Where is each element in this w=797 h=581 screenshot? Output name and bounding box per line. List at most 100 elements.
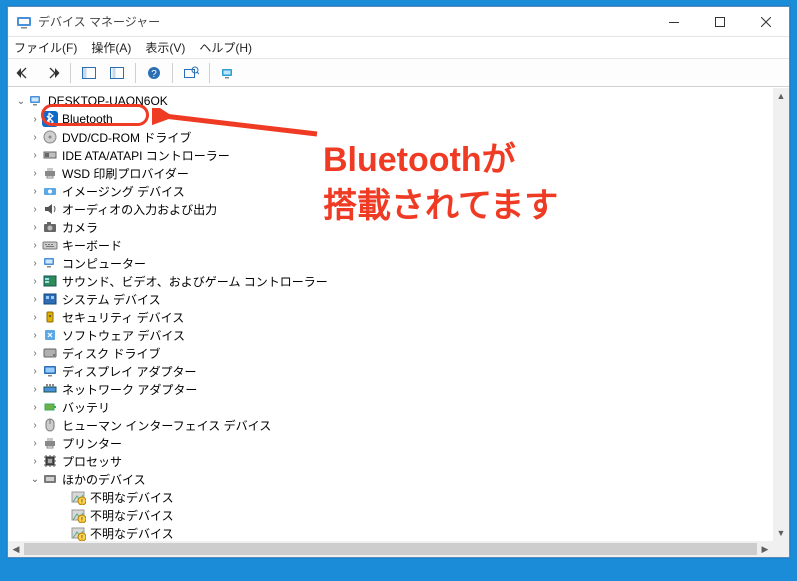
tree-node-unknown-device[interactable]: !不明なデバイス xyxy=(8,524,773,541)
menu-view[interactable]: 表示(V) xyxy=(145,39,185,56)
tree-node[interactable]: › プリンター xyxy=(8,434,773,452)
tree-node-other-devices[interactable]: ⌄ ほかのデバイス xyxy=(8,470,773,488)
tree-node[interactable]: › サウンド、ビデオ、およびゲーム コントローラー xyxy=(8,272,773,290)
tree-node[interactable]: › コンピューター xyxy=(8,254,773,272)
device-tree[interactable]: ⌄ DESKTOP-UAON6OK ›Bluetooth›DVD/CD-ROM … xyxy=(8,88,773,541)
tree-node[interactable]: › オーディオの入力および出力 xyxy=(8,200,773,218)
display-icon xyxy=(42,363,58,379)
chevron-right-icon[interactable]: › xyxy=(28,312,42,323)
chevron-right-icon[interactable]: › xyxy=(28,330,42,341)
tree-node-label: DVD/CD-ROM ドライブ xyxy=(62,129,191,146)
help-button[interactable]: ? xyxy=(142,62,166,84)
scroll-right-button[interactable]: ▶ xyxy=(757,541,773,557)
audio-icon xyxy=(42,201,58,217)
chevron-right-icon[interactable]: › xyxy=(28,348,42,359)
view-devices-button[interactable] xyxy=(216,62,240,84)
scan-hardware-button[interactable] xyxy=(179,62,203,84)
nav-forward-button[interactable] xyxy=(40,62,64,84)
properties-button[interactable] xyxy=(105,62,129,84)
tree-node-label: 不明なデバイス xyxy=(90,507,174,524)
tree-node-unknown-device[interactable]: !不明なデバイス xyxy=(8,488,773,506)
security-icon xyxy=(42,309,58,325)
unknown-device-icon: ! xyxy=(70,507,86,523)
system-icon xyxy=(42,291,58,307)
tree-node-unknown-device[interactable]: !不明なデバイス xyxy=(8,506,773,524)
toolbar-separator xyxy=(70,63,71,83)
chevron-right-icon[interactable]: › xyxy=(28,276,42,287)
window-controls xyxy=(651,7,789,36)
toolbar-separator xyxy=(209,63,210,83)
tree-node[interactable]: ›WSD 印刷プロバイダー xyxy=(8,164,773,182)
chevron-right-icon[interactable]: › xyxy=(28,168,42,179)
chevron-right-icon[interactable]: › xyxy=(28,258,42,269)
chevron-down-icon[interactable]: ⌄ xyxy=(14,96,28,107)
tree-root[interactable]: ⌄ DESKTOP-UAON6OK xyxy=(8,92,773,110)
tree-node-label: オーディオの入力および出力 xyxy=(62,201,217,218)
tree-node[interactable]: ›バッテリ xyxy=(8,398,773,416)
chevron-right-icon[interactable]: › xyxy=(28,240,42,251)
tree-node[interactable]: ›カメラ xyxy=(8,218,773,236)
close-button[interactable] xyxy=(743,7,789,36)
chevron-right-icon[interactable]: › xyxy=(28,294,42,305)
maximize-button[interactable] xyxy=(697,7,743,36)
scroll-down-button[interactable]: ▼ xyxy=(773,525,789,541)
toolbar-separator xyxy=(135,63,136,83)
sound-card-icon xyxy=(42,273,58,289)
scroll-track[interactable] xyxy=(773,104,789,525)
camera-icon xyxy=(42,219,58,235)
chevron-down-icon[interactable]: ⌄ xyxy=(28,474,42,485)
chevron-right-icon[interactable]: › xyxy=(28,222,42,233)
chevron-right-icon[interactable]: › xyxy=(28,132,42,143)
tree-node[interactable]: ›ディスプレイ アダプター xyxy=(8,362,773,380)
tree-root-label: DESKTOP-UAON6OK xyxy=(48,94,168,108)
tree-node[interactable]: ›セキュリティ デバイス xyxy=(8,308,773,326)
chevron-right-icon[interactable]: › xyxy=(28,402,42,413)
vertical-scrollbar[interactable]: ▲ ▼ xyxy=(773,88,789,541)
tree-node-label: プリンター xyxy=(62,435,122,452)
toolbar: ? xyxy=(8,59,789,87)
horizontal-scrollbar[interactable]: ◀ ▶ xyxy=(8,541,773,557)
tree-node-label: コンピューター xyxy=(62,255,146,272)
tree-node[interactable]: › キーボード xyxy=(8,236,773,254)
tree-node-label: キーボード xyxy=(62,237,122,254)
tree-node[interactable]: ›イメージング デバイス xyxy=(8,182,773,200)
menu-action[interactable]: 操作(A) xyxy=(91,39,131,56)
tree-node-label: 不明なデバイス xyxy=(90,525,174,542)
nav-back-button[interactable] xyxy=(12,62,36,84)
chevron-right-icon[interactable]: › xyxy=(28,366,42,377)
tree-node[interactable]: › IDE ATA/ATAPI コントローラー xyxy=(8,146,773,164)
tree-node[interactable]: ›ネットワーク アダプター xyxy=(8,380,773,398)
menu-help[interactable]: ヘルプ(H) xyxy=(199,39,252,56)
tree-node[interactable]: › DVD/CD-ROM ドライブ xyxy=(8,128,773,146)
tree-node-label: サウンド、ビデオ、およびゲーム コントローラー xyxy=(62,273,328,290)
network-icon xyxy=(42,381,58,397)
chevron-right-icon[interactable]: › xyxy=(28,186,42,197)
tree-node-label: IDE ATA/ATAPI コントローラー xyxy=(62,147,230,164)
chevron-right-icon[interactable]: › xyxy=(28,420,42,431)
tree-node[interactable]: ›Bluetooth xyxy=(8,110,773,128)
chevron-right-icon[interactable]: › xyxy=(28,456,42,467)
menubar: ファイル(F) 操作(A) 表示(V) ヘルプ(H) xyxy=(8,37,789,59)
chevron-right-icon[interactable]: › xyxy=(28,114,42,125)
show-hide-tree-button[interactable] xyxy=(77,62,101,84)
tree-node[interactable]: ›ディスク ドライブ xyxy=(8,344,773,362)
scroll-track[interactable] xyxy=(24,541,757,557)
minimize-button[interactable] xyxy=(651,7,697,36)
scroll-up-button[interactable]: ▲ xyxy=(773,88,789,104)
titlebar: デバイス マネージャー xyxy=(8,7,789,37)
chevron-right-icon[interactable]: › xyxy=(28,204,42,215)
imaging-icon xyxy=(42,183,58,199)
tree-node[interactable]: ›システム デバイス xyxy=(8,290,773,308)
tree-node[interactable]: ›ヒューマン インターフェイス デバイス xyxy=(8,416,773,434)
tree-node[interactable]: ›ソフトウェア デバイス xyxy=(8,326,773,344)
chevron-right-icon[interactable]: › xyxy=(28,438,42,449)
software-icon xyxy=(42,327,58,343)
scroll-thumb[interactable] xyxy=(24,543,757,555)
content-area: ⌄ DESKTOP-UAON6OK ›Bluetooth›DVD/CD-ROM … xyxy=(8,87,789,557)
tree-node[interactable]: ›プロセッサ xyxy=(8,452,773,470)
battery-icon xyxy=(42,399,58,415)
chevron-right-icon[interactable]: › xyxy=(28,384,42,395)
chevron-right-icon[interactable]: › xyxy=(28,150,42,161)
menu-file[interactable]: ファイル(F) xyxy=(14,39,77,56)
scroll-left-button[interactable]: ◀ xyxy=(8,541,24,557)
